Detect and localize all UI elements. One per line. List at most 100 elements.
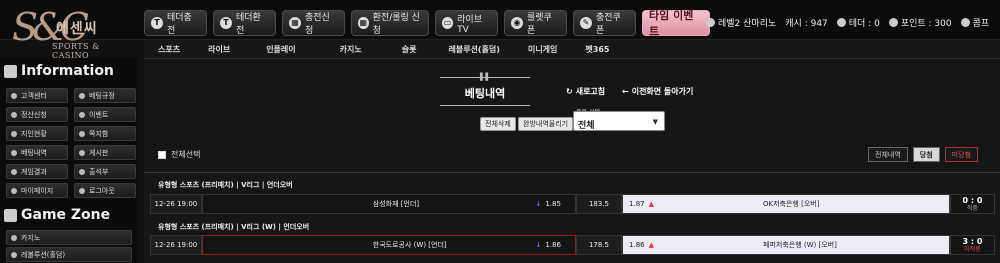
sidebar-item-results[interactable]: 게임결과 — [6, 164, 68, 179]
subnav-slot[interactable]: 슬롯 — [384, 44, 435, 55]
logo[interactable]: S&C 에센씨 SPORTS & CASINO — [8, 6, 138, 60]
bet-home-odds: 1.86 — [545, 241, 561, 249]
event-icon — [79, 111, 85, 118]
subnav-pet365[interactable]: 펫365 — [571, 44, 623, 55]
bet-home-cell[interactable]: 한국도로공사 (W) [언더] ↓ 1.86 — [201, 235, 576, 255]
bet-header: 유형형 스포츠 (프리매치) | V리그 (W) | 언더오버 — [158, 223, 310, 231]
bet-row: 12-26 19:00 삼성화재 [언더] ↓ 1.85 183.5 1.87 ▲ OK… — [150, 194, 995, 214]
sidebar-item-referral[interactable]: 지인현황 — [6, 126, 68, 141]
rules-icon — [79, 92, 85, 99]
bet-status: 미적중 — [964, 245, 981, 253]
subnav-casino[interactable]: 카지노 — [318, 44, 384, 55]
bet-away-cell[interactable]: 1.87 ▲ OK저축은행 [오버] — [622, 194, 950, 214]
filter-all-button[interactable]: 전체내역 — [868, 147, 908, 162]
select-all-checkbox[interactable]: 전체선택 — [158, 149, 200, 160]
casino-icon — [11, 234, 17, 241]
page-title: 베팅내역 — [464, 87, 506, 100]
tether-icon — [836, 18, 846, 27]
arrow-up-icon: ▲ — [648, 200, 654, 208]
refresh-link[interactable]: ↻ 새로고침 — [566, 86, 605, 97]
user-comp[interactable]: 콤프 — [960, 16, 989, 29]
user-point: 포인트 : 300 — [888, 16, 952, 29]
live-tv-button[interactable]: ▭ 라이브TV — [435, 10, 498, 36]
roulette-icon: ◉ — [511, 17, 523, 29]
sidebar: Information 고객센터 베팅규정 정산신청 이벤트 지인현황 쪽지함 … — [0, 58, 138, 263]
page-title-box: ▌▌ 베팅내역 — [440, 73, 530, 119]
filter-buttons: 전체내역 당첨 미당첨 — [868, 147, 978, 162]
subnav-inplay[interactable]: 인플레이 — [244, 44, 317, 55]
sidebar-item-rules[interactable]: 베팅규정 — [74, 88, 136, 103]
bet-time: 12-26 19:00 — [150, 194, 202, 214]
user-level[interactable]: 레벨2 산마리노 — [706, 16, 776, 29]
time-event-button[interactable]: 타임 이벤트 — [642, 9, 710, 38]
point-icon — [888, 18, 898, 27]
sidebar-item-revolution[interactable]: 레볼루션(홀덤) — [6, 247, 132, 262]
bet-history-icon — [11, 149, 17, 156]
mypage-icon — [11, 187, 17, 194]
tether-withdraw-button[interactable]: T 테더환전 — [213, 10, 276, 36]
subnav-live[interactable]: 라이브 — [194, 44, 244, 55]
bet-time: 12-26 19:00 — [150, 235, 202, 255]
sidebar-item-logout[interactable]: 로그아웃 — [74, 183, 136, 198]
caret-down-icon: ▼ — [652, 118, 658, 126]
bet-home-cell[interactable]: 삼성화재 [언더] ↓ 1.85 — [201, 194, 576, 214]
sidebar-item-bet-history[interactable]: 베팅내역 — [6, 145, 68, 160]
info-icon — [4, 64, 17, 78]
gamepad-icon — [4, 208, 17, 222]
subnav-minigame[interactable]: 미니게임 — [514, 44, 571, 55]
bet-score: 0 : 0 — [962, 195, 983, 205]
deposit-request-button[interactable]: ▦ 충전신청 — [282, 10, 345, 36]
bet-home: 삼성화재 [언더] — [372, 200, 420, 208]
bet-away-odds: 1.86 — [629, 241, 645, 249]
user-cash: 캐시 : 947 — [785, 19, 828, 29]
bet-line: 178.5 — [575, 235, 623, 255]
filter-lose-button[interactable]: 미당첨 — [944, 147, 978, 162]
bet-home-odds: 1.85 — [545, 200, 561, 208]
tether-deposit-button[interactable]: T 테더충전 — [144, 10, 207, 36]
tether-icon: T — [151, 17, 163, 29]
sidebar-item-support[interactable]: 고객센터 — [6, 88, 68, 103]
top-nav: T 테더충전 T 테더환전 ▦ 충전신청 ▦ 환전/롤링 신청 ▭ 라이브TV ◉ 룰렛쿠폰… — [144, 9, 710, 38]
sport-select[interactable]: 전체 ▼ — [573, 111, 665, 131]
arrow-down-icon: ↓ — [535, 241, 542, 249]
sidebar-item-board[interactable]: 게시판 — [74, 145, 136, 160]
divider — [144, 172, 1000, 173]
sub-nav: 스포츠 라이브 인플레이 카지노 슬롯 레볼루션(홀덤) 미니게임 펫365 — [144, 40, 1000, 59]
bet-away-cell[interactable]: 1.86 ▲ 페퍼저축은행 (W) [오버] — [622, 235, 950, 255]
message-icon — [79, 130, 85, 137]
roulette-coupon-button[interactable]: ◉ 룰렛쿠폰 — [504, 10, 567, 36]
arrow-up-icon: ▲ — [648, 241, 654, 249]
level-icon — [706, 18, 715, 27]
holdem-icon — [11, 251, 17, 258]
refresh-icon: ↻ — [566, 87, 573, 96]
delete-done-button[interactable]: 완방내역올리기 — [518, 117, 574, 131]
delete-all-button[interactable]: 전체삭제 — [480, 117, 516, 131]
filter-win-button[interactable]: 당첨 — [912, 147, 940, 162]
settlement-icon — [11, 111, 17, 118]
bet-status: 적중 — [966, 204, 978, 212]
user-tether: 테더 : 0 — [836, 16, 880, 29]
arrow-left-icon: ← — [622, 87, 629, 96]
checkbox[interactable] — [158, 150, 166, 159]
sidebar-item-settlement[interactable]: 정산신청 — [6, 107, 68, 122]
subnav-sports[interactable]: 스포츠 — [144, 44, 194, 55]
sidebar-item-casino[interactable]: 카지노 — [6, 230, 132, 245]
subnav-revolution[interactable]: 레볼루션(홀덤) — [434, 44, 513, 55]
bet-score: 3 : 0 — [962, 236, 983, 246]
sidebar-item-mypage[interactable]: 마이페이지 — [6, 183, 68, 198]
sidebar-item-attendance[interactable]: 출석부 — [74, 164, 136, 179]
charge-coupon-button[interactable]: ✎ 충전쿠폰 — [573, 10, 636, 36]
user-info: 레벨2 산마리노 캐시 : 947 테더 : 0 포인트 : 300 콤프 — [706, 16, 989, 29]
tether-icon: T — [220, 17, 232, 29]
bet-row: 12-26 19:00 한국도로공사 (W) [언더] ↓ 1.86 178.5 1… — [150, 235, 995, 255]
bet-score-cell: 3 : 0 미적중 — [949, 235, 995, 255]
bet-away: OK저축은행 [오버] — [763, 200, 820, 208]
sidebar-item-event[interactable]: 이벤트 — [74, 107, 136, 122]
header: S&C 에센씨 SPORTS & CASINO T 테더충전 T 테더환전 ▦ 충전신… — [0, 0, 1000, 60]
back-link[interactable]: ← 이전화면 돌아가기 — [622, 86, 693, 97]
withdraw-request-button[interactable]: ▦ 환전/롤링 신청 — [351, 10, 429, 36]
sidebar-item-messages[interactable]: 쪽지함 — [74, 126, 136, 141]
divider — [440, 105, 530, 106]
bet-header: 유형형 스포츠 (프리매치) | V리그 | 언더오버 — [158, 181, 293, 189]
bet-home: 한국도로공사 (W) [언더] — [372, 241, 447, 249]
